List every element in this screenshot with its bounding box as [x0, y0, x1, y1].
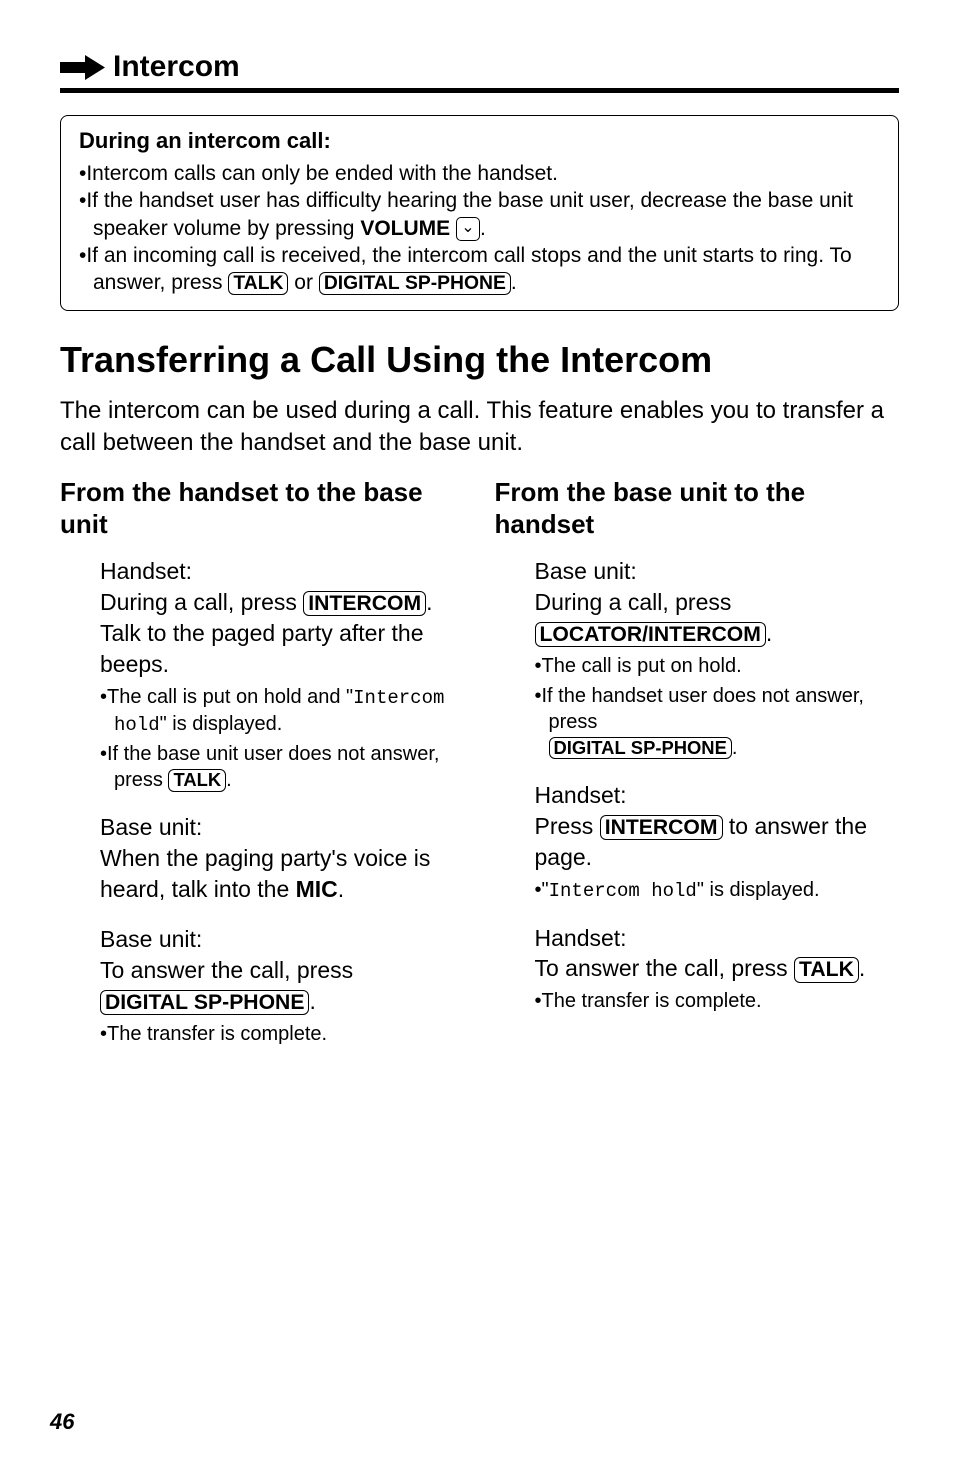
- locator-intercom-button-label: LOCATOR/INTERCOM: [535, 622, 766, 647]
- text: .: [859, 955, 865, 981]
- step-text: To answer the call, press DIGITAL SP-PHO…: [100, 955, 465, 1017]
- text: .: [480, 217, 486, 240]
- talk-button-label: TALK: [168, 769, 226, 791]
- intercom-button-label: INTERCOM: [303, 591, 426, 616]
- right-column: From the base unit to the handset Base u…: [495, 476, 900, 1067]
- text: During a call, press: [535, 589, 732, 615]
- intro-text: The intercom can be used during a call. …: [60, 395, 899, 457]
- divider: [60, 88, 899, 93]
- digital-sp-phone-button-label: DIGITAL SP-PHONE: [549, 737, 732, 759]
- text: .: [309, 988, 315, 1014]
- step-text: During a call, press INTERCOM. Talk to t…: [100, 587, 465, 680]
- left-column-title: From the handset to the base unit: [60, 476, 465, 541]
- two-columns: From the handset to the base unit Handse…: [60, 476, 899, 1067]
- intercom-button-label: INTERCOM: [600, 815, 723, 840]
- step-text: When the paging party's voice is heard, …: [100, 843, 465, 905]
- step-device: Base unit:: [535, 557, 900, 587]
- text: When the paging party's voice is heard, …: [100, 845, 430, 902]
- mic-label: MIC: [296, 876, 338, 902]
- text: •If the base unit user does not answer, …: [100, 743, 439, 791]
- talk-button-label: TALK: [794, 957, 859, 982]
- sub-bullet: •The transfer is complete.: [535, 988, 900, 1014]
- digital-sp-phone-button-label: DIGITAL SP-PHONE: [319, 272, 511, 295]
- text: " is displayed.: [697, 879, 820, 901]
- step-text: To answer the call, press TALK.: [535, 953, 900, 984]
- talk-button-label: TALK: [228, 272, 288, 295]
- info-box: During an intercom call: •Intercom calls…: [60, 115, 899, 311]
- right-step-2: Handset: Press INTERCOM to answer the pa…: [495, 781, 900, 904]
- sub-bullet: •The transfer is complete.: [100, 1021, 465, 1047]
- text: .: [732, 737, 738, 759]
- box-title: During an intercom call:: [79, 128, 880, 154]
- step-device: Base unit:: [100, 813, 465, 843]
- step-text: Press INTERCOM to answer the page.: [535, 811, 900, 873]
- box-bullet-2: •If the handset user has difficulty hear…: [79, 187, 880, 242]
- left-step-2: Base unit: When the paging party's voice…: [60, 813, 465, 905]
- page-number: 46: [50, 1409, 74, 1435]
- text: To answer the call, press: [100, 957, 353, 983]
- digital-sp-phone-button-label: DIGITAL SP-PHONE: [100, 990, 309, 1015]
- volume-down-icon: ⌄: [456, 217, 480, 241]
- text: •If the handset user does not answer, pr…: [535, 685, 864, 733]
- left-step-1: Handset: During a call, press INTERCOM. …: [60, 557, 465, 793]
- display-text: Intercom hold: [549, 880, 697, 902]
- text: " is displayed.: [160, 713, 283, 735]
- section-header: Intercom: [60, 50, 899, 84]
- sub-bullet: •If the handset user does not answer, pr…: [535, 683, 900, 761]
- step-device: Handset:: [100, 557, 465, 587]
- step-device: Base unit:: [100, 925, 465, 955]
- text: To answer the call, press: [535, 955, 795, 981]
- left-step-3: Base unit: To answer the call, press DIG…: [60, 925, 465, 1047]
- sub-bullet: •"Intercom hold" is displayed.: [535, 877, 900, 904]
- arrow-right-icon: [60, 52, 105, 82]
- text: or: [288, 271, 318, 294]
- volume-label: VOLUME: [360, 217, 450, 240]
- text: .: [511, 271, 517, 294]
- text: During a call, press: [100, 589, 303, 615]
- text: .: [338, 876, 344, 902]
- section-title: Intercom: [113, 50, 240, 84]
- left-column: From the handset to the base unit Handse…: [60, 476, 465, 1067]
- text: •": [535, 879, 549, 901]
- step-text: During a call, press LOCATOR/INTERCOM.: [535, 587, 900, 649]
- page-title: Transferring a Call Using the Intercom: [60, 339, 899, 381]
- text: .: [766, 620, 772, 646]
- text: .: [226, 769, 232, 791]
- right-step-1: Base unit: During a call, press LOCATOR/…: [495, 557, 900, 761]
- step-device: Handset:: [535, 924, 900, 954]
- right-column-title: From the base unit to the handset: [495, 476, 900, 541]
- text: •The call is put on hold and ": [100, 686, 353, 708]
- text: Press: [535, 813, 600, 839]
- sub-bullet: •The call is put on hold and "Intercom h…: [100, 684, 465, 737]
- box-bullet-3: •If an incoming call is received, the in…: [79, 242, 880, 297]
- sub-bullet: •If the base unit user does not answer, …: [100, 741, 465, 793]
- sub-bullet: •The call is put on hold.: [535, 653, 900, 679]
- box-bullet-1: •Intercom calls can only be ended with t…: [79, 160, 880, 187]
- right-step-3: Handset: To answer the call, press TALK.…: [495, 924, 900, 1015]
- step-device: Handset:: [535, 781, 900, 811]
